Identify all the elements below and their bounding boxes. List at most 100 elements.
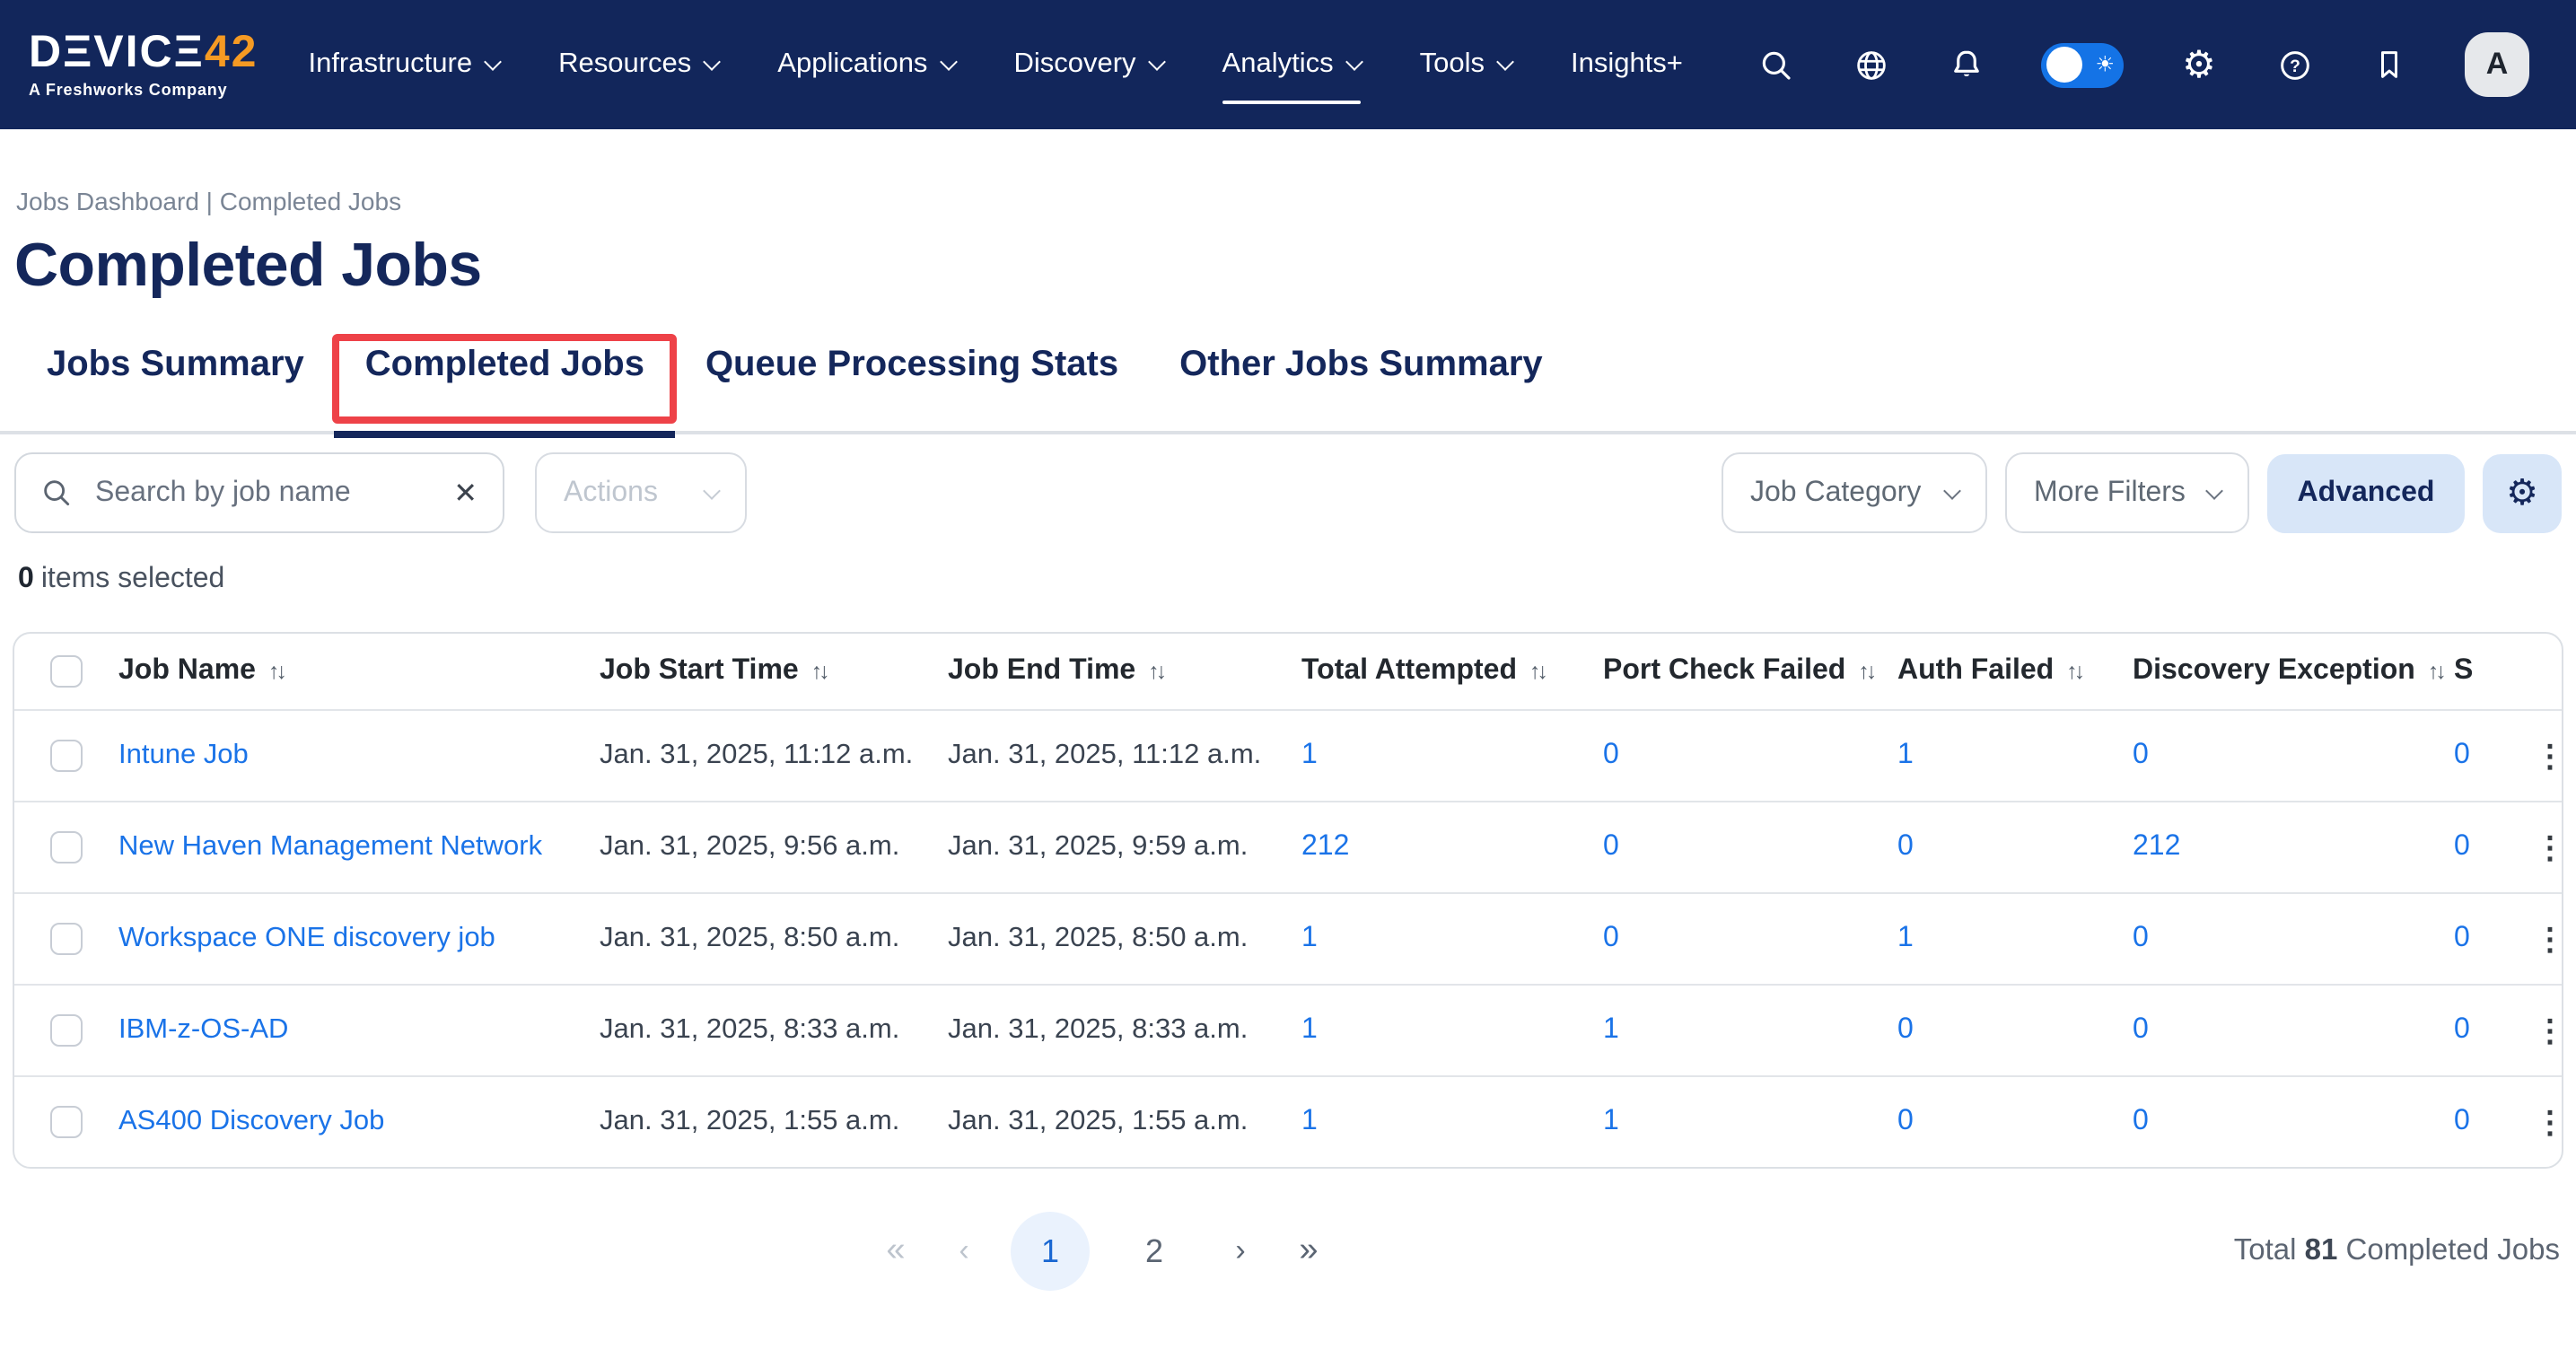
column-header-label: Job Name <box>118 655 256 686</box>
nav-menu-item[interactable]: Insights+ <box>1571 31 1683 99</box>
discovery-exception-link[interactable]: 0 <box>2133 1014 2149 1045</box>
job-end-time: Jan. 31, 2025, 1:55 a.m. <box>948 1106 1301 1138</box>
job-name-link[interactable]: AS400 Discovery Job <box>118 1106 384 1136</box>
actions-dropdown[interactable]: Actions <box>535 452 747 533</box>
total-attempted-link[interactable]: 1 <box>1301 1014 1318 1045</box>
column-header[interactable]: Discovery Exception↑↓ <box>2133 655 2454 688</box>
search-box[interactable]: ✕ <box>14 452 504 533</box>
row-checkbox[interactable] <box>50 740 83 772</box>
auth-failed-link[interactable]: 0 <box>1897 1014 1914 1045</box>
port-check-failed-link[interactable]: 0 <box>1603 831 1619 862</box>
success-count-link[interactable]: 0 <box>2454 923 2470 953</box>
column-header[interactable]: Job Start Time↑↓ <box>600 655 948 688</box>
column-header[interactable]: Job Name ↑↓ <box>118 655 600 688</box>
column-header[interactable]: Job End Time↑↓ <box>948 655 1301 688</box>
tab[interactable]: Completed Jobs <box>335 330 675 434</box>
port-check-failed-link[interactable]: 0 <box>1603 740 1619 770</box>
sort-arrows-icon[interactable]: ↑↓ <box>1148 659 1163 684</box>
kebab-menu-icon[interactable]: ⋮ <box>2524 916 2563 961</box>
tab[interactable]: Other Jobs Summary <box>1149 330 1573 434</box>
page-number-button[interactable]: 1 <box>1011 1212 1090 1291</box>
discovery-exception-link[interactable]: 0 <box>2133 740 2149 770</box>
more-filters-dropdown[interactable]: More Filters <box>2005 452 2249 533</box>
tab[interactable]: Queue Processing Stats <box>675 330 1149 434</box>
advanced-button[interactable]: Advanced <box>2267 453 2465 532</box>
last-page-button[interactable]: » <box>1287 1212 1330 1291</box>
success-count-link[interactable]: 0 <box>2454 1106 2470 1136</box>
bell-icon[interactable] <box>1946 45 1985 84</box>
sort-arrows-icon[interactable]: ↑↓ <box>811 659 827 684</box>
auth-failed-link[interactable]: 1 <box>1897 740 1914 770</box>
next-page-button[interactable]: › <box>1219 1212 1262 1291</box>
page-title: Completed Jobs <box>14 232 2576 300</box>
success-count-link[interactable]: 0 <box>2454 1014 2470 1045</box>
more-filters-label: More Filters <box>2034 477 2186 509</box>
breadcrumb-current[interactable]: Completed Jobs <box>220 187 401 215</box>
nav-menu-item[interactable]: Discovery <box>1013 31 1162 99</box>
table-settings-button[interactable]: ⚙ <box>2483 453 2562 532</box>
success-count-link[interactable]: 0 <box>2454 831 2470 862</box>
discovery-exception-link[interactable]: 212 <box>2133 831 2180 862</box>
job-name-link[interactable]: New Haven Management Network <box>118 831 542 862</box>
search-input[interactable] <box>92 475 442 511</box>
table-header-row: Job Name ↑↓ Job Start Time↑↓ Job End Time… <box>14 634 2562 709</box>
column-header[interactable]: Total Attempted↑↓ <box>1301 655 1603 688</box>
total-attempted-link[interactable]: 1 <box>1301 923 1318 953</box>
row-checkbox[interactable] <box>50 1014 83 1047</box>
total-attempted-link[interactable]: 1 <box>1301 1106 1318 1136</box>
nav-menu-item[interactable]: Resources <box>558 31 718 99</box>
device42-logo[interactable]: DΞVICΞ42 A Freshworks Company <box>29 31 258 99</box>
tab[interactable]: Jobs Summary <box>16 330 335 434</box>
auth-failed-link[interactable]: 0 <box>1897 1106 1914 1136</box>
kebab-menu-icon[interactable]: ⋮ <box>2524 825 2563 870</box>
select-all-checkbox[interactable] <box>50 655 83 688</box>
bookmark-icon[interactable] <box>2370 45 2409 84</box>
sort-arrows-icon[interactable]: ↑↓ <box>1529 659 1545 684</box>
page-number-button[interactable]: 2 <box>1115 1212 1194 1291</box>
prev-page-button[interactable]: ‹ <box>942 1212 986 1291</box>
nav-menu-item[interactable]: Applications <box>777 31 954 99</box>
user-avatar[interactable]: A <box>2465 32 2529 97</box>
nav-menu-item[interactable]: Analytics <box>1222 31 1361 99</box>
port-check-failed-link[interactable]: 0 <box>1603 923 1619 953</box>
column-header[interactable]: Port Check Failed↑↓ <box>1603 655 1897 688</box>
job-category-dropdown[interactable]: Job Category <box>1722 452 1987 533</box>
kebab-menu-icon[interactable]: ⋮ <box>2524 1100 2563 1144</box>
table-row: IBM-z-OS-AD Jan. 31, 2025, 8:33 a.m. Jan… <box>14 984 2562 1075</box>
search-icon[interactable] <box>1756 45 1795 84</box>
discovery-exception-link[interactable]: 0 <box>2133 1106 2149 1136</box>
logo-wordmark: DΞVICΞ42 <box>29 31 258 75</box>
sort-arrows-icon[interactable]: ↑↓ <box>2066 659 2081 684</box>
job-name-link[interactable]: Intune Job <box>118 740 249 770</box>
discovery-exception-link[interactable]: 0 <box>2133 923 2149 953</box>
nav-menu-item[interactable]: Tools <box>1420 31 1511 99</box>
globe-icon[interactable] <box>1851 45 1890 84</box>
auth-failed-link[interactable]: 1 <box>1897 923 1914 953</box>
row-checkbox[interactable] <box>50 923 83 955</box>
port-check-failed-link[interactable]: 1 <box>1603 1014 1619 1045</box>
sort-arrows-icon[interactable]: ↑↓ <box>1858 659 1873 684</box>
job-name-link[interactable]: Workspace ONE discovery job <box>118 923 495 953</box>
theme-toggle[interactable]: ☀ <box>2041 42 2124 87</box>
sort-arrows-icon[interactable]: ↑↓ <box>2428 659 2443 684</box>
sort-arrows-icon[interactable]: ↑↓ <box>268 659 284 684</box>
nav-menu-item[interactable]: Infrastructure <box>308 31 499 99</box>
kebab-menu-icon[interactable]: ⋮ <box>2524 733 2563 778</box>
job-name-link[interactable]: IBM-z-OS-AD <box>118 1014 288 1045</box>
row-checkbox[interactable] <box>50 831 83 863</box>
first-page-button[interactable]: « <box>874 1212 917 1291</box>
row-checkbox[interactable] <box>50 1106 83 1138</box>
selection-info: 0items selected <box>18 564 2576 596</box>
help-icon[interactable]: ? <box>2274 45 2314 84</box>
kebab-menu-icon[interactable]: ⋮ <box>2524 1008 2563 1053</box>
port-check-failed-link[interactable]: 1 <box>1603 1106 1619 1136</box>
clear-search-icon[interactable]: ✕ <box>442 475 478 511</box>
auth-failed-link[interactable]: 0 <box>1897 831 1914 862</box>
column-header[interactable]: S <box>2454 655 2517 688</box>
total-attempted-link[interactable]: 212 <box>1301 831 1349 862</box>
breadcrumb-parent[interactable]: Jobs Dashboard <box>16 187 199 215</box>
gear-icon[interactable]: ⚙ <box>2179 45 2219 84</box>
column-header[interactable]: Auth Failed↑↓ <box>1897 655 2133 688</box>
total-attempted-link[interactable]: 1 <box>1301 740 1318 770</box>
success-count-link[interactable]: 0 <box>2454 740 2470 770</box>
